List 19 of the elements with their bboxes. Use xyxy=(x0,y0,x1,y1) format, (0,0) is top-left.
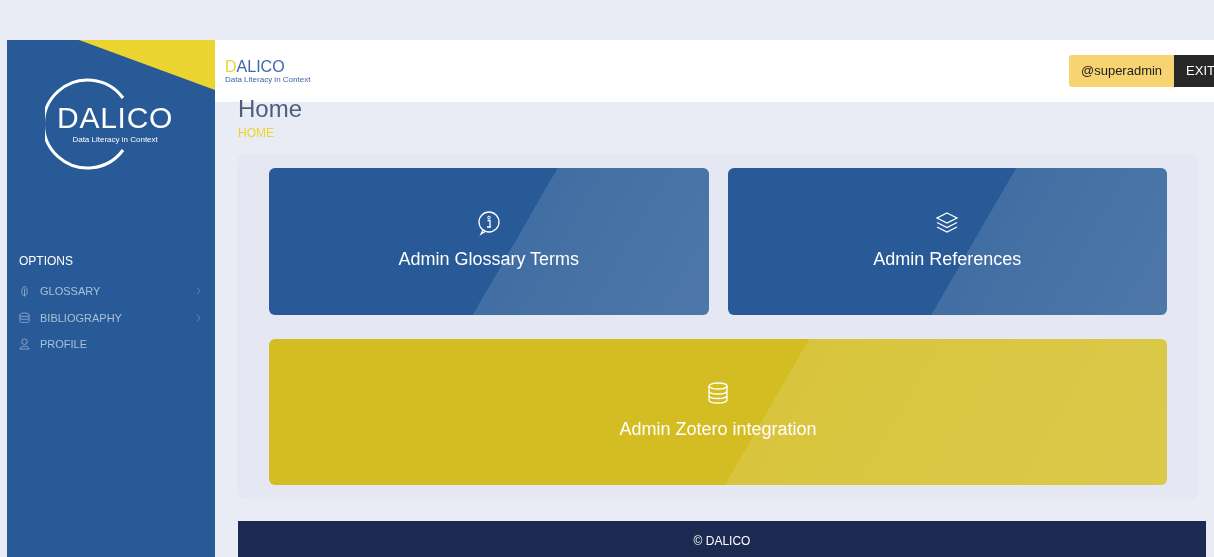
section-heading: OPTIONS xyxy=(19,253,74,270)
admin-card[interactable]: Admin References xyxy=(727,168,1167,315)
sidebar-item[interactable]: PROFILE xyxy=(19,331,203,358)
page-title: Home xyxy=(238,96,304,122)
admin-card[interactable]: Admin Glossary Terms xyxy=(269,168,709,315)
database-icon xyxy=(19,311,30,324)
exit-button[interactable]: EXIT xyxy=(1174,55,1214,87)
info-icon xyxy=(476,210,501,236)
header-logo: DALICO xyxy=(225,58,286,75)
sidebar-item[interactable]: GLOSSARY xyxy=(19,278,203,305)
leaf-icon xyxy=(19,285,30,298)
username-badge[interactable]: @superadmin xyxy=(1068,55,1175,87)
database-icon xyxy=(706,381,730,406)
logo-subtitle: Data Literacy in Context xyxy=(72,134,158,146)
person-icon xyxy=(19,338,30,351)
logo-title: DALICO xyxy=(57,102,174,134)
sidebar-item[interactable]: BIBLIOGRAPHY xyxy=(19,304,203,331)
footer: © DALICO xyxy=(238,521,1206,557)
header-logo-subtitle: Data Literacy in Context xyxy=(225,74,311,84)
